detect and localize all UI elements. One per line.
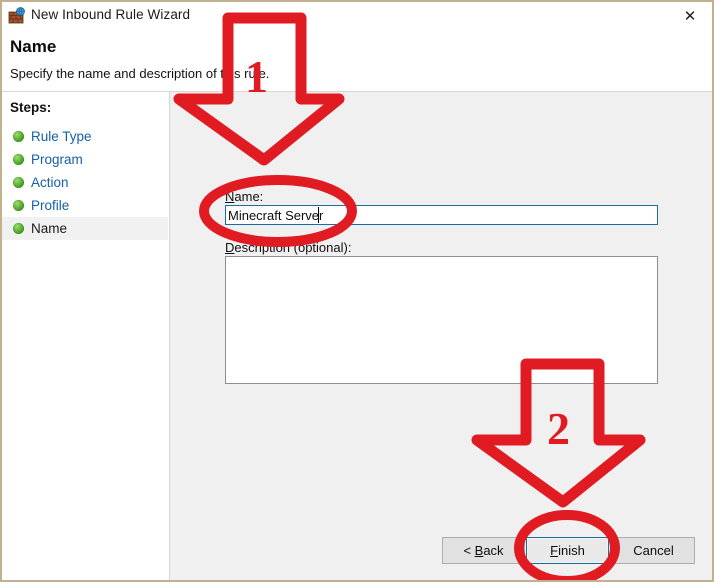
description-accesskey: D: [225, 240, 235, 255]
name-input[interactable]: [225, 205, 658, 225]
title-bar: New Inbound Rule Wizard ✕: [2, 2, 712, 30]
back-button[interactable]: < Back: [442, 537, 525, 564]
sidebar-item-label: Rule Type: [31, 129, 92, 144]
wizard-content: Name: Description (optional): < Back Fin…: [170, 92, 712, 580]
sidebar-item-profile[interactable]: Profile: [2, 194, 168, 217]
close-icon[interactable]: ✕: [668, 2, 712, 29]
step-bullet-icon: [13, 131, 24, 142]
wizard-window: New Inbound Rule Wizard ✕ Name Specify t…: [0, 0, 714, 582]
description-field-label: Description (optional):: [225, 240, 351, 255]
step-bullet-icon: [13, 177, 24, 188]
name-accesskey: N: [225, 189, 235, 204]
window-title: New Inbound Rule Wizard: [31, 7, 191, 22]
sidebar-item-label: Program: [31, 152, 83, 167]
back-button-label: < Back: [463, 543, 504, 558]
step-bullet-icon: [13, 223, 24, 234]
sidebar-item-action[interactable]: Action: [2, 171, 168, 194]
firewall-shield-icon: [8, 7, 26, 25]
sidebar-item-label: Profile: [31, 198, 70, 213]
steps-heading: Steps:: [10, 100, 52, 115]
description-label-rest: escription (optional):: [234, 240, 352, 255]
sidebar-item-name[interactable]: Name: [2, 217, 168, 240]
page-subtitle: Specify the name and description of this…: [10, 66, 270, 81]
sidebar-item-rule-type[interactable]: Rule Type: [2, 125, 168, 148]
sidebar-item-label: Action: [31, 175, 69, 190]
finish-button-label: Finish: [550, 543, 585, 558]
name-label-rest: ame:: [234, 189, 264, 204]
wizard-header: Name Specify the name and description of…: [2, 30, 712, 92]
step-bullet-icon: [13, 154, 24, 165]
text-cursor: [318, 207, 319, 223]
description-input[interactable]: [225, 256, 658, 384]
finish-button[interactable]: Finish: [526, 537, 609, 564]
sidebar-item-label: Name: [31, 221, 68, 236]
name-field-label: Name:: [225, 189, 263, 204]
sidebar-item-program[interactable]: Program: [2, 148, 168, 171]
cancel-button[interactable]: Cancel: [612, 537, 695, 564]
step-bullet-icon: [13, 200, 24, 211]
steps-sidebar: Steps: Rule Type Program Action Profile …: [2, 92, 170, 580]
page-title: Name: [10, 37, 57, 56]
